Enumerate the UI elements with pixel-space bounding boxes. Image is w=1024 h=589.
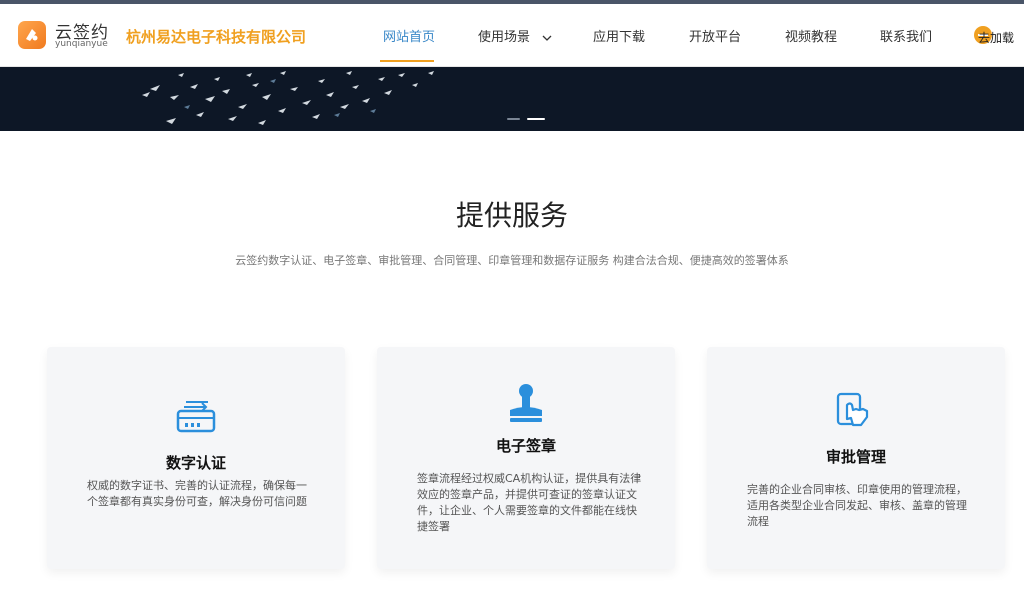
section-title: 提供服务: [455, 199, 568, 232]
section-subtitle: 云签约数字认证、电子签章、审批管理、合同管理、印章管理和数据存证服务 构建合法合…: [235, 254, 789, 267]
service-card-approval[interactable]: 审批管理 完善的企业合同审核、印章使用的管理流程，适用各类型企业合同发起、审核、…: [707, 347, 1005, 569]
carousel-dot[interactable]: [507, 118, 520, 120]
card-description: 完善的企业合同审核、印章使用的管理流程，适用各类型企业合同发起、审核、盖章的管理…: [747, 483, 967, 528]
site-header: 云签约 yunqianyue 杭州易达电子科技有限公司 网站首页 使用场景 应用…: [0, 4, 1024, 67]
login-link[interactable]: 去加载: [978, 29, 1024, 46]
touch-approve-icon: [835, 391, 875, 435]
nav-scenarios[interactable]: 使用场景: [478, 26, 552, 45]
nav-open-platform[interactable]: 开放平台: [689, 26, 741, 45]
company-name: 杭州易达电子科技有限公司: [126, 28, 307, 46]
card-description: 签章流程经过权威CA机构认证，提供具有法律效应的签章产品，并提供可查证的签章认证…: [417, 472, 642, 533]
card-title: 电子签章: [495, 437, 556, 455]
nav-download[interactable]: 应用下载: [593, 26, 645, 45]
chevron-down-icon: [542, 30, 552, 45]
card-description: 权威的数字证书、完善的认证流程，确保每一个签章都有真实身份可查，解决身份可信问题: [87, 479, 307, 508]
bird-flock-graphic: [142, 71, 434, 125]
brand-subtitle: yunqianyue: [55, 39, 108, 49]
stamp-icon: [505, 382, 547, 428]
nav-video-tutorials[interactable]: 视频教程: [785, 26, 837, 45]
nav-home[interactable]: 网站首页: [383, 26, 435, 45]
carousel-dot-active[interactable]: [527, 118, 545, 120]
hero-banner: [0, 67, 1024, 131]
card-title: 数字认证: [165, 454, 226, 472]
active-nav-underline: [380, 60, 434, 62]
service-card-e-seal[interactable]: 电子签章 签章流程经过权威CA机构认证，提供具有法律效应的签章产品，并提供可查证…: [377, 347, 675, 569]
card-title: 审批管理: [825, 448, 886, 466]
nav-scenarios-label: 使用场景: [478, 30, 531, 45]
service-card-digital-cert[interactable]: 数字认证 权威的数字证书、完善的认证流程，确保每一个签章都有真实身份可查，解决身…: [47, 347, 345, 569]
certificate-icon: [176, 399, 216, 437]
nav-contact[interactable]: 联系我们: [880, 26, 932, 45]
logo-icon[interactable]: [18, 21, 46, 49]
